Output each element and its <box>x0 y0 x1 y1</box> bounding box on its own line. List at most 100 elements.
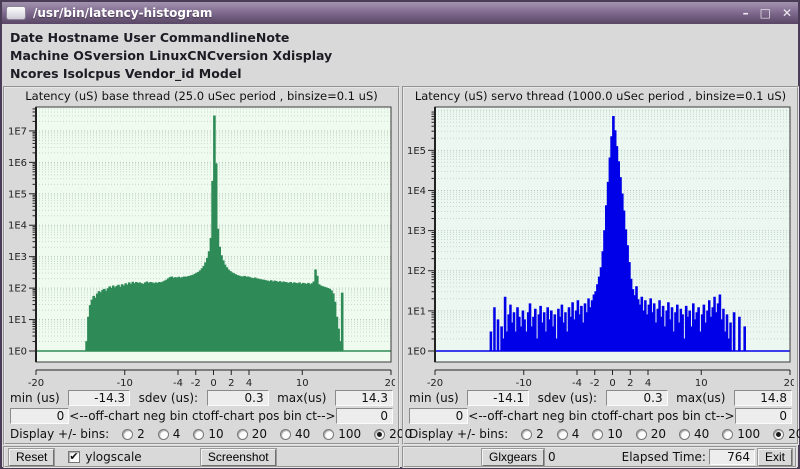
bins-radio-2[interactable]: 2 <box>122 427 145 441</box>
svg-text:10: 10 <box>695 378 708 389</box>
bins-radio-10[interactable]: 10 <box>193 427 223 441</box>
display-bins-label: Display +/- bins: <box>10 427 109 441</box>
radio-circle-icon <box>773 429 784 440</box>
window-title: /usr/bin/latency-histogram <box>33 6 743 20</box>
svg-text:-20: -20 <box>28 378 44 389</box>
minimize-icon[interactable]: – <box>743 7 749 19</box>
servo-thread-histogram: 1E01E11E21E31E41E5-20-10-4-20241020 <box>404 104 794 389</box>
base-chart-title: Latency (uS) base thread (25.0 uSec peri… <box>5 89 398 104</box>
bins-radio-100[interactable]: 100 <box>323 427 361 441</box>
min-label: min (us) <box>409 391 459 405</box>
bins-radio-label: 20 <box>252 427 267 441</box>
svg-text:1E0: 1E0 <box>8 347 27 358</box>
pos-bin-count-label: off-chart pos bin ct--> <box>203 409 335 423</box>
glxgears-count-label: 0 <box>548 450 556 464</box>
radio-circle-icon <box>592 429 603 440</box>
ylogscale-label: ylogscale <box>85 450 141 464</box>
bins-radio-100[interactable]: 100 <box>722 427 760 441</box>
svg-text:2: 2 <box>228 378 234 389</box>
bins-radio-200[interactable]: 200 <box>773 427 800 441</box>
neg-bin-count-label: <--off-chart neg bin ct <box>69 409 203 423</box>
svg-text:1E2: 1E2 <box>8 284 27 295</box>
bins-radio-label: 10 <box>607 427 622 441</box>
radio-circle-icon <box>193 429 204 440</box>
radio-circle-icon <box>521 429 532 440</box>
svg-text:4: 4 <box>246 378 252 389</box>
svg-text:10: 10 <box>296 378 309 389</box>
svg-text:1E3: 1E3 <box>8 252 27 263</box>
svg-text:2: 2 <box>627 378 633 389</box>
max-label: max(us) <box>676 391 725 405</box>
svg-text:-4: -4 <box>173 378 183 389</box>
bins-radio-label: 20 <box>651 427 666 441</box>
bins-radio-4[interactable]: 4 <box>158 427 181 441</box>
radio-circle-icon <box>323 429 334 440</box>
bins-radio-2[interactable]: 2 <box>521 427 544 441</box>
base-thread-histogram: 1E01E11E21E31E41E51E61E7-20-10-4-2024102… <box>5 104 395 389</box>
display-bins-label: Display +/- bins: <box>409 427 508 441</box>
radio-circle-icon <box>237 429 248 440</box>
maximize-icon[interactable]: □ <box>760 7 771 19</box>
svg-text:1E5: 1E5 <box>407 146 426 157</box>
svg-text:1E0: 1E0 <box>407 347 426 358</box>
svg-text:-2: -2 <box>191 378 201 389</box>
min-entry[interactable]: -14.3 <box>68 390 130 406</box>
neg-bin-count-label: <--off-chart neg bin ct <box>468 409 602 423</box>
min-label: min (us) <box>10 391 60 405</box>
max-entry[interactable]: 14.3 <box>335 390 393 406</box>
window-icon <box>6 6 26 20</box>
min-entry[interactable]: -14.1 <box>467 390 529 406</box>
bins-radio-20[interactable]: 20 <box>237 427 267 441</box>
bins-radio-20[interactable]: 20 <box>636 427 666 441</box>
radio-circle-icon <box>557 429 568 440</box>
neg-bin-count-entry[interactable]: 0 <box>10 408 69 424</box>
sdev-entry[interactable]: 0.3 <box>606 390 668 406</box>
svg-text:-10: -10 <box>516 378 532 389</box>
reset-button[interactable]: Reset <box>9 449 54 466</box>
pos-bin-count-entry[interactable]: 0 <box>336 408 393 424</box>
radio-circle-icon <box>374 429 385 440</box>
pos-bin-count-entry[interactable]: 0 <box>735 408 792 424</box>
bins-radio-40[interactable]: 40 <box>280 427 310 441</box>
svg-text:1E4: 1E4 <box>407 186 426 197</box>
svg-text:1E2: 1E2 <box>407 266 426 277</box>
radio-circle-icon <box>280 429 291 440</box>
exit-button[interactable]: Exit <box>758 449 792 466</box>
radio-circle-icon <box>122 429 133 440</box>
header-line-date-hostname: Date Hostname User CommandlineNote <box>10 29 798 47</box>
glxgears-button[interactable]: Glxgears <box>482 449 544 466</box>
svg-text:1E3: 1E3 <box>407 226 426 237</box>
bins-radio-label: 2 <box>137 427 145 441</box>
elapsed-time-label: Elapsed Time: <box>622 450 706 464</box>
svg-text:-2: -2 <box>590 378 600 389</box>
svg-text:1E6: 1E6 <box>8 158 27 169</box>
elapsed-entry[interactable]: 764 <box>709 449 755 465</box>
sdev-label: sdev (us): <box>538 391 597 405</box>
svg-text:1E1: 1E1 <box>8 315 27 326</box>
bins-radio-10[interactable]: 10 <box>592 427 622 441</box>
radio-circle-icon <box>158 429 169 440</box>
bins-radio-label: 4 <box>572 427 580 441</box>
svg-text:1E7: 1E7 <box>8 126 27 137</box>
max-entry[interactable]: 14.8 <box>734 390 792 406</box>
bins-radio-label: 40 <box>694 427 709 441</box>
svg-text:-4: -4 <box>572 378 582 389</box>
pos-bin-count-label: off-chart pos bin ct--> <box>602 409 734 423</box>
svg-text:-10: -10 <box>117 378 133 389</box>
screenshot-button[interactable]: Screenshot <box>201 449 276 466</box>
bins-radio-label: 4 <box>173 427 181 441</box>
header-line-machine-os: Machine OSversion LinuxCNCversion Xdispl… <box>10 47 798 65</box>
neg-bin-count-entry[interactable]: 0 <box>409 408 468 424</box>
ylogscale-checkbox[interactable] <box>68 451 80 463</box>
footer-right-section: Glxgears 0 Elapsed Time: 764 Exit <box>402 446 797 468</box>
svg-text:0: 0 <box>210 378 216 389</box>
header-line-cpu-info: Ncores Isolcpus Vendor_id Model <box>10 65 798 83</box>
bins-radio-label: 100 <box>737 427 760 441</box>
sdev-entry[interactable]: 0.3 <box>207 390 269 406</box>
bins-radio-4[interactable]: 4 <box>557 427 580 441</box>
close-icon[interactable]: ✕ <box>782 7 792 19</box>
latency-histogram-window: /usr/bin/latency-histogram – □ ✕ Date Ho… <box>0 0 800 469</box>
svg-text:4: 4 <box>645 378 651 389</box>
bins-radio-40[interactable]: 40 <box>679 427 709 441</box>
bins-radio-label: 10 <box>208 427 223 441</box>
